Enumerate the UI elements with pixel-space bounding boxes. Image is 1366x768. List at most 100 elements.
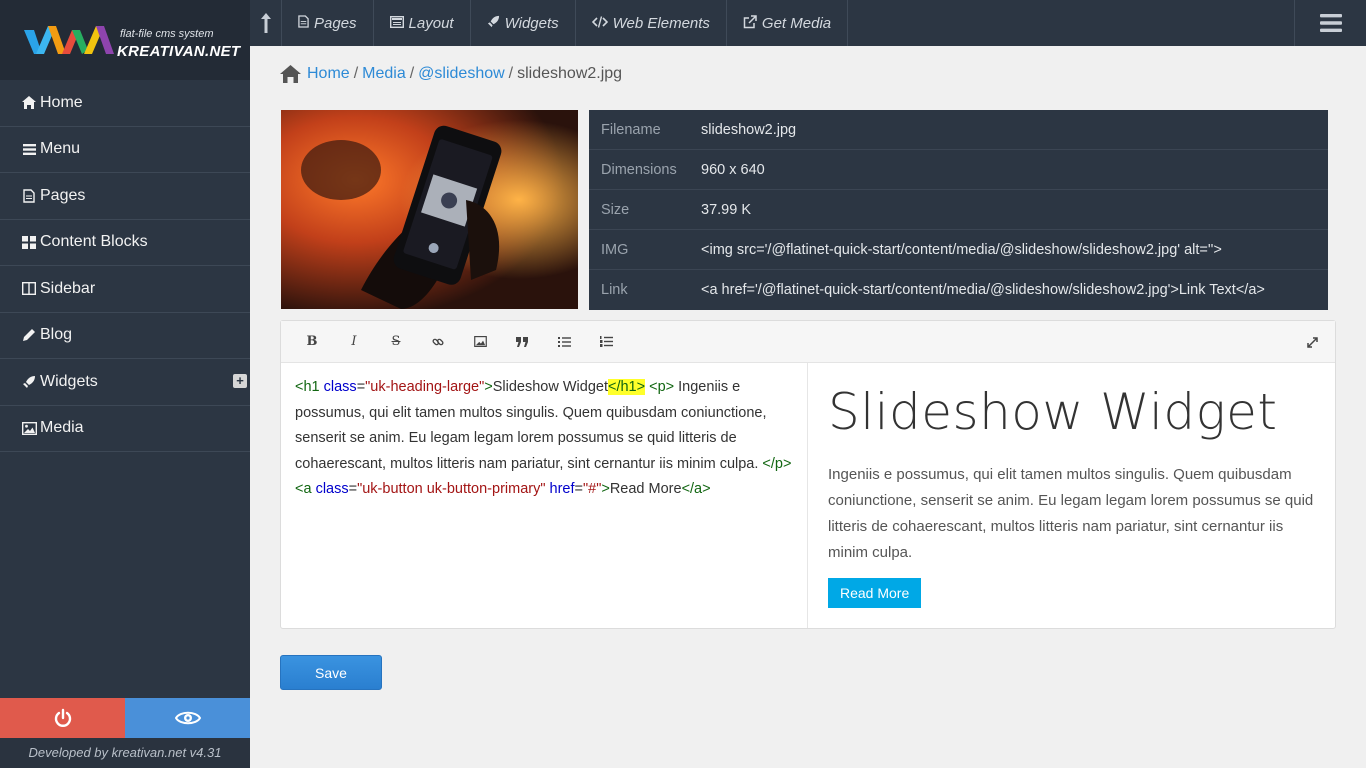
info-row-dimensions: Dimensions 960 x 640: [589, 150, 1328, 190]
topnav-widgets[interactable]: Widgets: [471, 0, 576, 46]
topnav-label: Layout: [408, 14, 454, 32]
breadcrumb-home-link[interactable]: Home: [307, 65, 350, 83]
code-token: Read More: [609, 481, 682, 497]
media-thumbnail: [281, 110, 578, 309]
code-token: <a: [295, 481, 312, 497]
info-key: Dimensions: [601, 161, 677, 178]
fullscreen-button[interactable]: [1297, 321, 1327, 363]
expand-icon: [1306, 336, 1318, 348]
sidebar-item-home[interactable]: Home: [0, 80, 250, 127]
numbered-list-button[interactable]: [585, 321, 627, 363]
columns-icon: [20, 282, 38, 296]
sidebar-item-label: Home: [40, 93, 83, 111]
main-menu-button[interactable]: [1294, 0, 1366, 46]
developer-credit: Developed by kreativan.net v4.31: [0, 738, 250, 768]
italic-icon: I: [351, 334, 357, 349]
topnav-label: Pages: [314, 14, 357, 32]
code-editor[interactable]: <h1 class="uk-heading-large">Slideshow W…: [281, 363, 808, 628]
code-token: class: [315, 481, 349, 497]
live-preview: Slideshow Widget Ingeniis e possumus, qu…: [828, 363, 1328, 628]
sidebar: flat-file cms system KREATIVAN.NET Home …: [0, 0, 250, 768]
bold-icon: B: [306, 334, 318, 349]
code-token: =: [348, 481, 358, 497]
hamburger-icon: [1319, 14, 1342, 32]
topnav-label: Get Media: [761, 14, 832, 32]
breadcrumb-media-link[interactable]: Media: [362, 65, 406, 83]
sidebar-item-blog[interactable]: Blog: [0, 313, 250, 359]
bold-button[interactable]: B: [291, 321, 333, 363]
expand-plus-icon[interactable]: +: [233, 374, 247, 388]
preview-read-more-button[interactable]: Read More: [828, 578, 922, 608]
external-link-icon: [743, 14, 757, 32]
strikethrough-button[interactable]: S: [375, 321, 417, 363]
file-icon: [20, 189, 38, 203]
sidebar-item-pages[interactable]: Pages: [0, 173, 250, 220]
sidebar-item-label: Menu: [40, 140, 81, 158]
list-ol-icon: [599, 336, 613, 347]
breadcrumb-separator: /: [409, 65, 415, 82]
code-token: >: [484, 379, 493, 395]
sidebar-item-media[interactable]: Media: [0, 406, 250, 452]
topnav-layout[interactable]: Layout: [374, 0, 471, 46]
topnav-pages[interactable]: Pages: [282, 0, 374, 46]
sidebar-item-label: Media: [40, 419, 84, 437]
sidebar-item-content-blocks[interactable]: Content Blocks: [0, 220, 250, 266]
pencil-icon: [20, 328, 38, 342]
info-row-filename: Filename slideshow2.jpg: [589, 110, 1328, 150]
logo[interactable]: flat-file cms system KREATIVAN.NET: [0, 0, 250, 80]
topnav-label: Web Elements: [612, 14, 710, 32]
code-token: "uk-button uk-button-primary": [357, 481, 546, 497]
code-token: <h1: [295, 379, 320, 395]
image-button[interactable]: [459, 321, 501, 363]
bullet-list-button[interactable]: [543, 321, 585, 363]
save-button[interactable]: Save: [280, 655, 382, 690]
link-icon: [432, 338, 444, 345]
home-icon: [20, 96, 38, 110]
sidebar-item-menu[interactable]: Menu: [0, 127, 250, 173]
info-value: 960 x 640: [701, 161, 765, 178]
logo-title: KREATIVAN.NET: [117, 43, 241, 60]
code-token: Slideshow Widget: [492, 379, 608, 395]
eye-icon: [174, 711, 201, 725]
top-navbar: Pages Layout Widgets Web Elements Get Me…: [250, 0, 1366, 46]
logout-button[interactable]: [0, 698, 125, 738]
info-row-size: Size 37.99 K: [589, 190, 1328, 230]
code-token: href: [549, 481, 575, 497]
quote-icon: [516, 336, 528, 347]
info-row-img: IMG <img src='/@flatinet-quick-start/con…: [589, 230, 1328, 270]
list-ul-icon: [557, 336, 571, 347]
sidebar-item-sidebar[interactable]: Sidebar: [0, 266, 250, 313]
breadcrumb-current: slideshow2.jpg: [517, 65, 623, 82]
sidebar-item-label: Pages: [40, 186, 86, 204]
strikethrough-icon: S: [391, 334, 401, 349]
layout-icon: [389, 15, 404, 31]
sidebar-nav: Home Menu Pages Content Blocks Sidebar B…: [0, 80, 250, 452]
view-site-button[interactable]: [125, 698, 250, 738]
info-row-link: Link <a href='/@flatinet-quick-start/con…: [589, 270, 1328, 310]
logo-subtitle: flat-file cms system: [120, 28, 214, 40]
arrow-up-icon: [260, 13, 271, 33]
info-key: IMG: [601, 241, 629, 258]
scroll-up-button[interactable]: [250, 0, 282, 46]
file-icon: [298, 15, 309, 31]
code-token: "uk-heading-large": [365, 379, 485, 395]
info-value[interactable]: <img src='/@flatinet-quick-start/content…: [701, 242, 1222, 258]
info-value[interactable]: <a href='/@flatinet-quick-start/content/…: [701, 282, 1265, 298]
code-token-highlighted: </h1>: [608, 379, 646, 395]
italic-button[interactable]: I: [333, 321, 375, 363]
topnav-web-elements[interactable]: Web Elements: [576, 0, 727, 46]
kreativan-logo-icon: [24, 26, 114, 54]
sidebar-item-label: Sidebar: [40, 279, 96, 297]
preview-paragraph: Ingeniis e possumus, qui elit tamen mult…: [828, 466, 1314, 561]
breadcrumb-folder-link[interactable]: @slideshow: [418, 65, 505, 83]
link-button[interactable]: [417, 321, 459, 363]
code-token: </p>: [762, 455, 792, 472]
sidebar-item-widgets[interactable]: Widgets +: [0, 359, 250, 406]
sidebar-item-label: Blog: [40, 326, 73, 344]
code-token: class: [323, 379, 357, 395]
blockquote-button[interactable]: [501, 321, 543, 363]
editor-toolbar: B I S: [281, 321, 1335, 363]
image-icon: [473, 336, 487, 347]
topnav-get-media[interactable]: Get Media: [727, 0, 849, 46]
breadcrumb-separator: /: [353, 65, 359, 82]
